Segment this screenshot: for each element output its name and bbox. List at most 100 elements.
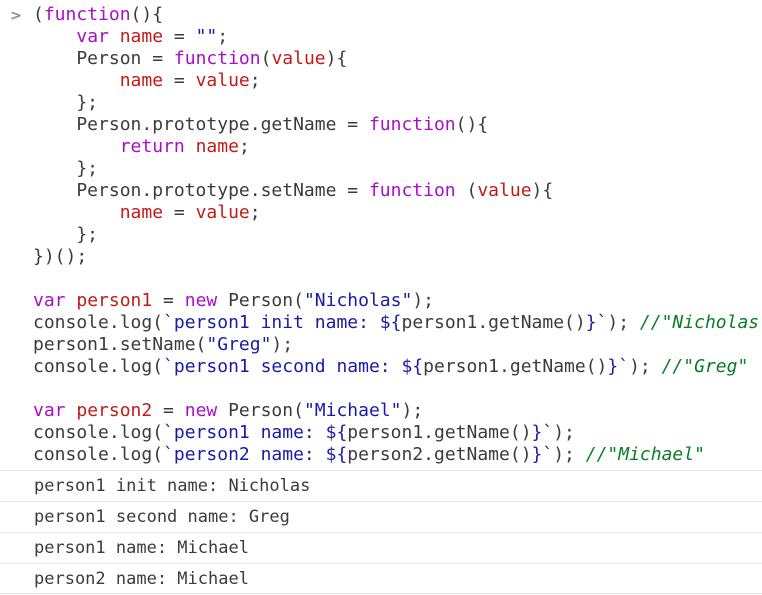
code-token-kw: new [184, 400, 218, 421]
code-token-var: value [195, 202, 250, 223]
code-line: var name = ""; [33, 26, 762, 48]
code-token-plain: ( [260, 48, 272, 69]
code-token-plain: Person( [217, 400, 304, 421]
code-token-plain: ){ [531, 180, 554, 201]
code-token-plain: (){ [130, 4, 164, 25]
code-token-var: name [119, 26, 164, 47]
code-token-delim: ${ [401, 356, 424, 377]
code-token-str: "" [195, 26, 218, 47]
code-token-plain: console.log( [33, 444, 164, 465]
console-output-row: person1 name: Michael [0, 532, 762, 563]
code-token-var: name [119, 70, 164, 91]
code-line: var person1 = new Person("Nicholas"); [33, 290, 762, 312]
code-token-plain: ); [553, 444, 586, 465]
code-token-plain: Person = [33, 48, 174, 69]
code-token-str: ` [596, 312, 608, 333]
code-token-str: "Nicholas" [303, 290, 413, 311]
code-token-plain: })(); [33, 246, 88, 267]
code-token-plain: ; [217, 26, 229, 47]
console-source-code[interactable]: (function(){ var name = ""; Person = fun… [0, 4, 762, 466]
code-token-str: `person1 name: [163, 422, 326, 443]
code-line: return name; [33, 136, 762, 158]
code-line: console.log(`person1 second name: ${pers… [33, 356, 762, 378]
code-line: name = value; [33, 202, 762, 224]
code-token-var: person1 [76, 290, 153, 311]
code-token-kw: return [119, 136, 185, 157]
code-token-kw: new [184, 290, 218, 311]
code-token-interp: person2.getName() [347, 444, 532, 465]
code-token-var: person2 [76, 400, 153, 421]
code-line: Person.prototype.getName = function(){ [33, 114, 762, 136]
code-token-str: `person1 init name: [163, 312, 380, 333]
console-output-row: person1 second name: Greg [0, 501, 762, 532]
console-output-list: person1 init name: Nicholas person1 secon… [0, 470, 762, 594]
code-token-plain: = [163, 202, 196, 223]
code-token-kw: var [76, 26, 109, 47]
prompt-arrow-icon: > [10, 8, 22, 24]
code-token-interp: person1.getName() [401, 312, 586, 333]
code-token-plain: Person.prototype.getName = [33, 114, 369, 135]
code-token-delim: ${ [379, 312, 402, 333]
code-token-plain: console.log( [33, 422, 164, 443]
code-line: Person.prototype.setName = function (val… [33, 180, 762, 202]
code-token-str: `person1 second name: [163, 356, 402, 377]
code-token-delim: } [607, 356, 619, 377]
code-line: console.log(`person2 name: ${person2.get… [33, 444, 762, 466]
code-token-delim: } [531, 422, 543, 443]
code-token-kw: function [173, 48, 261, 69]
code-token-plain: ); [412, 290, 435, 311]
code-token-str: `person2 name: [163, 444, 326, 465]
code-token-delim: } [585, 312, 597, 333]
console-input-area[interactable]: > (function(){ var name = ""; Person = f… [0, 0, 762, 466]
code-token-plain: console.log( [33, 356, 164, 377]
code-line: name = value; [33, 70, 762, 92]
console-output-row: person1 init name: Nicholas [0, 470, 762, 501]
code-token-var: value [477, 180, 532, 201]
code-token-plain: ( [33, 4, 44, 25]
devtools-console-panel: > (function(){ var name = ""; Person = f… [0, 0, 762, 595]
code-token-plain: }; [33, 92, 99, 113]
code-line: console.log(`person1 name: ${person1.get… [33, 422, 762, 444]
code-token-plain: (){ [455, 114, 489, 135]
code-token-var: value [195, 70, 250, 91]
code-line: Person = function(value){ [33, 48, 762, 70]
code-line: person1.setName("Greg"); [33, 334, 762, 356]
console-output-row: person2 name: Michael [0, 563, 762, 594]
code-token-comment: //"Michael" [585, 444, 705, 465]
code-token-plain: console.log( [33, 312, 164, 333]
code-token-plain: Person( [217, 290, 304, 311]
code-line: (function(){ [33, 4, 762, 26]
code-token-kw: function [43, 4, 131, 25]
code-token-plain: ); [607, 312, 640, 333]
code-line: var person2 = new Person("Michael"); [33, 400, 762, 422]
code-token-str: "Greg" [206, 334, 272, 355]
code-token-plain: ); [271, 334, 294, 355]
code-token-plain: = [152, 400, 185, 421]
code-token-plain: }; [33, 158, 99, 179]
code-token-plain: ); [629, 356, 662, 377]
code-token-plain: ; [249, 202, 261, 223]
code-token-plain: ; [238, 136, 250, 157]
code-token-plain: = [163, 70, 196, 91]
code-token-var: value [271, 48, 326, 69]
code-token-delim: } [531, 444, 543, 465]
code-token-plain: ; [249, 70, 261, 91]
code-token-plain: = [163, 26, 196, 47]
code-token-plain: ); [553, 422, 575, 443]
code-token-kw: var [33, 290, 66, 311]
code-token-comment: //"Nicholas" [639, 312, 762, 333]
code-token-var: name [119, 202, 164, 223]
code-token-str: ` [618, 356, 630, 377]
code-token-kw: function [368, 180, 456, 201]
code-token-delim: ${ [325, 422, 348, 443]
code-token-str: ` [542, 422, 554, 443]
code-token-plain: }; [33, 224, 99, 245]
